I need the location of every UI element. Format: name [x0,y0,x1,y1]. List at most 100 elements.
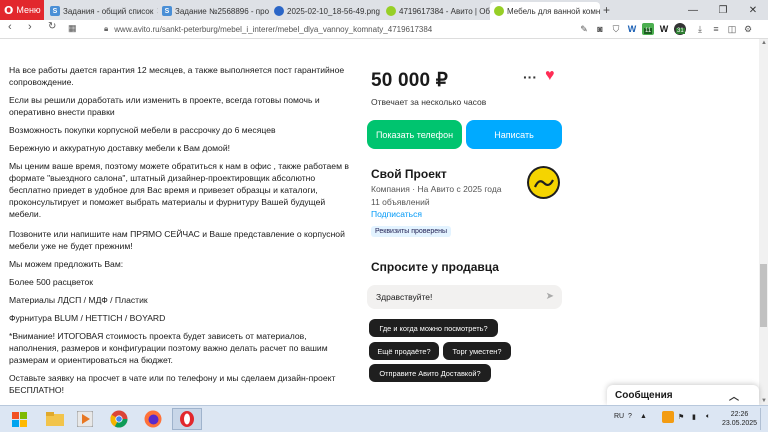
avito-icon [494,6,504,16]
tab-label: Мебель для ванной комн [507,6,600,16]
message-input-value: Здравствуйте! [376,292,433,302]
show-desktop-button[interactable] [760,408,767,430]
messages-panel[interactable]: Сообщения ︿ [607,385,759,405]
w-extension-icon[interactable]: W [658,23,670,35]
show-phone-button[interactable]: Показать телефон [367,120,462,149]
message-input[interactable]: Здравствуйте! ➤ [367,285,562,309]
description-paragraph: Позвоните или напишите нам ПРЯМО СЕЙЧАС … [9,229,345,251]
tab-bathroom-furniture[interactable]: Мебель для ванной комн ✕ [490,2,600,20]
seller-ads-count[interactable]: 11 объявлений [371,197,430,207]
description-paragraph: Более 500 расцветок [9,277,94,287]
messages-label: Сообщения [615,389,673,401]
description-paragraph: Если вы решили доработать или изменить в… [9,95,320,117]
tab-label: 2025-02-10_18-56-49.png [287,6,380,16]
new-tab-button[interactable]: + [603,3,610,17]
menu-icon[interactable]: ≡ [710,23,722,35]
tab-task-2568896[interactable]: S Задание №2568896 - про ✕ [158,2,270,20]
extension-icon[interactable]: 31 [674,23,686,35]
media-player-icon[interactable] [70,408,100,430]
tab-screenshot-png[interactable]: 2025-02-10_18-56-49.png ✕ [270,2,382,20]
download-icon[interactable]: ⤓ [694,23,706,35]
back-icon[interactable]: ‹ [8,21,12,33]
description-paragraph: Фурнитура BLUM / HETTICH / BOYARD [9,313,166,323]
sp-icon: S [50,6,60,16]
quick-question-chip[interactable]: Торг уместен? [443,342,511,360]
description-paragraph: Материалы ЛДСП / МДФ / Пластик [9,295,148,305]
scroll-up-arrow-icon[interactable]: ▲ [761,40,767,46]
speed-dial-icon[interactable]: ▦ [68,23,77,34]
maximize-button[interactable]: ❐ [708,0,738,20]
verified-badge: Реквизиты проверены [371,226,452,237]
chevron-up-icon[interactable]: ︿ [729,388,739,403]
opera-icon: O [4,3,14,17]
windows-logo-icon [11,411,27,427]
badge-count: 11 [644,28,653,34]
price: 50 000 ₽ [371,70,449,91]
scrollbar[interactable]: ▲ ▼ [759,39,768,405]
network-icon[interactable]: ▮ [692,413,696,421]
favorite-heart-icon[interactable]: ♥ [545,67,555,85]
description-paragraph: *Внимание! ИТОГОВАЯ стоимость проекта бу… [9,331,328,365]
tray-expand-icon[interactable]: ▲ [640,413,647,420]
firefox-icon[interactable] [138,408,168,430]
camera-icon[interactable]: ◙ [594,23,606,35]
address-bar: ‹ › ↻ ▦ 🔒︎ www.avito.ru/sankt-peterburg/… [0,20,768,39]
seller-logo-mark [529,168,558,197]
volume-icon[interactable]: 🔈︎ [706,413,710,421]
seller-logo[interactable] [527,166,560,199]
tab-label: Задания - общий список [63,6,154,16]
flag-icon[interactable]: ⚑ [678,413,684,421]
tray-app-icon[interactable] [662,411,674,423]
tab-label: 4719617384 - Авито | Об [399,6,490,16]
reload-icon[interactable]: ↻ [48,21,56,32]
chrome-icon[interactable] [104,408,134,430]
send-icon[interactable]: ➤ [546,291,554,302]
scrollbar-thumb[interactable] [760,264,767,327]
browser-tab-bar: O Меню S Задания - общий список ✕ S Зада… [0,0,768,20]
clock[interactable]: 22:26 23.05.2025 [722,410,757,428]
forward-icon[interactable]: › [28,21,32,33]
opera-taskbar-icon[interactable] [172,408,202,430]
menu-label: Меню [16,5,41,15]
quick-question-chip[interactable]: Где и когда можно посмотреть? [369,319,498,337]
seller-name[interactable]: Свой Проект [371,167,447,181]
window-close-button[interactable]: ✕ [738,0,768,20]
windows-taskbar: RU ? ▲ ⚑ ▮ 🔈︎ 22:26 23.05.2025 [0,405,768,432]
page-content: На все работы дается гарантия 12 месяцев… [0,39,768,405]
description-paragraph: Оставьте заявку на просчет в чате или по… [9,373,336,395]
image-icon [274,6,284,16]
extension-badge-icon[interactable]: 11 [642,23,654,35]
language-indicator[interactable]: RU [614,413,624,420]
lock-icon: 🔒︎ [104,24,109,33]
scroll-down-arrow-icon[interactable]: ▼ [761,398,767,404]
url-text: www.avito.ru/sankt-peterburg/mebel_i_int… [114,24,433,34]
quick-question-chip[interactable]: Отправите Авито Доставкой? [369,364,491,382]
quick-question-chip[interactable]: Ещё продаёте? [369,342,439,360]
more-options-icon[interactable]: ··· [523,69,537,85]
badge-count: 31 [676,28,685,34]
opera-menu-button[interactable]: O Меню [0,0,44,20]
edit-icon[interactable]: ✎ [578,23,590,35]
settings-icon[interactable]: ⚙ [742,23,754,35]
description-paragraph: На все работы дается гарантия 12 месяцев… [9,65,345,87]
sp-icon: S [162,6,172,16]
start-button[interactable] [2,408,36,430]
shield-icon[interactable]: ⛉ [610,23,622,35]
subscribe-link[interactable]: Подписаться [371,209,422,219]
vk-icon[interactable]: W [626,23,638,35]
tab-label: Задание №2568896 - про [175,6,270,16]
clock-time: 22:26 [730,411,749,418]
logo-glyph [533,178,554,187]
seller-type: Компания · На Авито с 2025 года [371,184,502,194]
file-explorer-icon[interactable] [40,408,70,430]
write-message-button[interactable]: Написать [466,120,562,149]
description-paragraph: Мы можем предложить Вам: [9,259,124,269]
url-field[interactable]: 🔒︎ www.avito.ru/sankt-peterburg/mebel_i_… [104,22,564,36]
tab-tasks-list[interactable]: S Задания - общий список ✕ [46,2,158,20]
tab-avito-listing[interactable]: 4719617384 - Авито | Об ✕ [382,2,490,20]
minimize-button[interactable]: — [678,0,708,20]
sidebar-icon[interactable]: ◫ [726,23,738,35]
avito-icon [386,6,396,16]
clock-date: 23.05.2025 [722,420,758,427]
help-icon[interactable]: ? [628,413,632,420]
